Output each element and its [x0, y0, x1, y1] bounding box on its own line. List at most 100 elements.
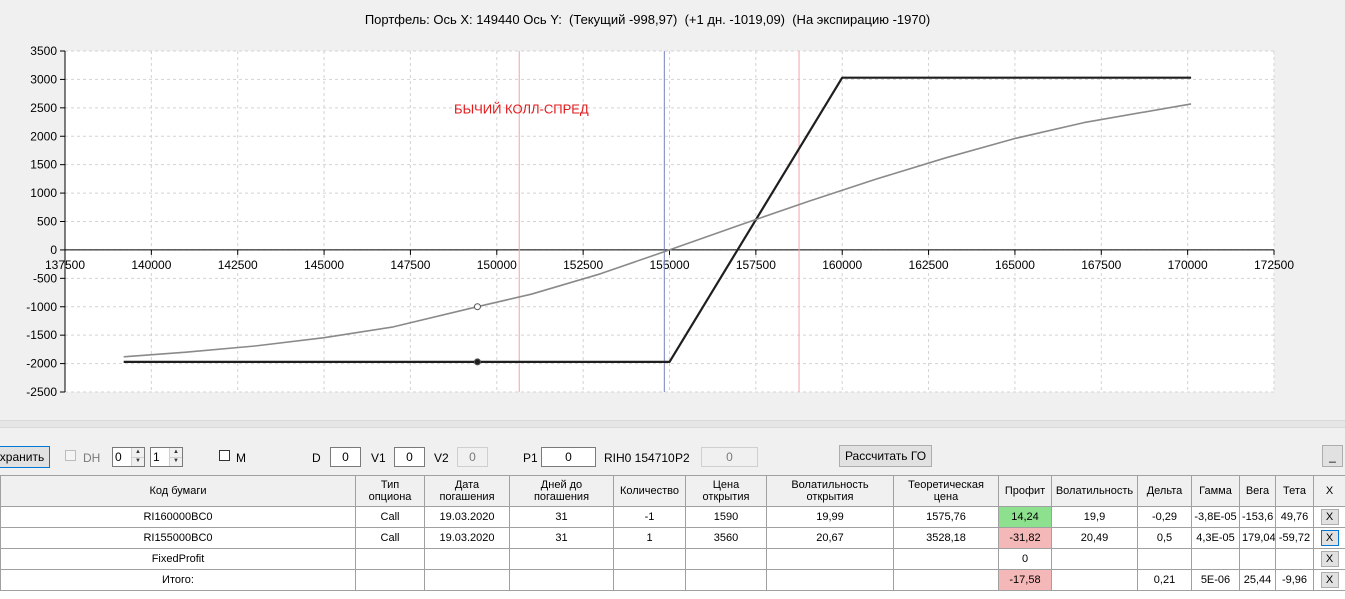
- table-cell[interactable]: 0,5: [1137, 527, 1192, 549]
- table-cell[interactable]: -17,58: [998, 569, 1052, 591]
- table-cell[interactable]: -31,82: [998, 527, 1052, 549]
- table-row[interactable]: Итого: -17,58 0,21 5E-06 25,44 -9,96 X: [0, 569, 1345, 591]
- table-cell[interactable]: -153,6: [1239, 506, 1276, 528]
- table-cell[interactable]: [893, 569, 999, 591]
- table-cell[interactable]: [685, 569, 767, 591]
- remove-row-cell[interactable]: X: [1313, 548, 1345, 570]
- table-cell[interactable]: [613, 569, 686, 591]
- remove-row-button[interactable]: X: [1320, 530, 1339, 546]
- remove-row-cell[interactable]: X: [1313, 527, 1345, 549]
- minimize-button[interactable]: _: [1322, 445, 1343, 467]
- column-header[interactable]: Тип опциона: [355, 475, 425, 507]
- m-checkbox[interactable]: [219, 450, 230, 461]
- table-cell[interactable]: -0,29: [1137, 506, 1192, 528]
- splitter[interactable]: [0, 420, 1345, 428]
- table-cell[interactable]: -59,72: [1275, 527, 1314, 549]
- column-header[interactable]: Профит: [998, 475, 1052, 507]
- table-cell[interactable]: [424, 548, 510, 570]
- table-cell[interactable]: [509, 548, 614, 570]
- security-code-cell[interactable]: RI155000BC0: [0, 527, 356, 549]
- remove-row-button[interactable]: X: [1320, 572, 1339, 588]
- spinner-1[interactable]: 0 ▲ ▼: [112, 447, 145, 467]
- table-cell[interactable]: [1275, 548, 1314, 570]
- table-cell[interactable]: [685, 548, 767, 570]
- dh-checkbox[interactable]: [65, 450, 76, 461]
- table-cell[interactable]: 1575,76: [893, 506, 999, 528]
- table-cell[interactable]: [1137, 548, 1192, 570]
- table-cell[interactable]: [355, 569, 425, 591]
- table-cell[interactable]: -9,96: [1275, 569, 1314, 591]
- table-cell[interactable]: 19,99: [766, 506, 894, 528]
- table-cell[interactable]: 1: [613, 527, 686, 549]
- column-header[interactable]: X: [1313, 475, 1345, 507]
- spin-down-icon[interactable]: ▼: [170, 457, 182, 466]
- table-cell[interactable]: [509, 569, 614, 591]
- table-cell[interactable]: 20,67: [766, 527, 894, 549]
- table-cell[interactable]: [1051, 548, 1138, 570]
- table-row[interactable]: FixedProfit 0 X: [0, 548, 1345, 570]
- table-row[interactable]: RI155000BC0 Call 19.03.2020 31 1 3560 20,67 352…: [0, 527, 1345, 549]
- table-cell[interactable]: 31: [509, 527, 614, 549]
- column-header[interactable]: Код бумаги: [0, 475, 356, 507]
- spinner-2[interactable]: 1 ▲ ▼: [150, 447, 183, 467]
- table-cell[interactable]: 0,21: [1137, 569, 1192, 591]
- table-cell[interactable]: 179,04: [1239, 527, 1276, 549]
- table-cell[interactable]: 19.03.2020: [424, 527, 510, 549]
- table-cell[interactable]: 25,44: [1239, 569, 1276, 591]
- remove-row-cell[interactable]: X: [1313, 506, 1345, 528]
- p2-input[interactable]: 0: [701, 447, 758, 467]
- table-cell[interactable]: [355, 548, 425, 570]
- table-cell[interactable]: [766, 569, 894, 591]
- column-header[interactable]: Теоретическая цена: [893, 475, 999, 507]
- table-cell[interactable]: 0: [998, 548, 1052, 570]
- spin-down-icon[interactable]: ▼: [132, 457, 144, 466]
- column-header[interactable]: Вега: [1239, 475, 1276, 507]
- remove-row-cell[interactable]: X: [1313, 569, 1345, 591]
- table-cell[interactable]: Call: [355, 527, 425, 549]
- security-code-cell[interactable]: RI160000BC0: [0, 506, 356, 528]
- column-header[interactable]: Тета: [1275, 475, 1314, 507]
- column-header[interactable]: Дельта: [1137, 475, 1192, 507]
- table-cell[interactable]: 49,76: [1275, 506, 1314, 528]
- table-cell[interactable]: [424, 569, 510, 591]
- table-cell[interactable]: 14,24: [998, 506, 1052, 528]
- column-header[interactable]: Дней до погашения: [509, 475, 614, 507]
- table-cell[interactable]: 5E-06: [1191, 569, 1240, 591]
- column-header[interactable]: Дата погашения: [424, 475, 510, 507]
- table-cell[interactable]: 19.03.2020: [424, 506, 510, 528]
- table-cell[interactable]: -1: [613, 506, 686, 528]
- d-label: D: [312, 451, 321, 465]
- table-cell[interactable]: 20,49: [1051, 527, 1138, 549]
- column-header[interactable]: Волатильность: [1051, 475, 1138, 507]
- table-cell[interactable]: [1051, 569, 1138, 591]
- table-cell[interactable]: [893, 548, 999, 570]
- column-header[interactable]: Количество: [613, 475, 686, 507]
- save-button[interactable]: хранить: [0, 446, 50, 468]
- table-cell[interactable]: 1590: [685, 506, 767, 528]
- table-cell[interactable]: [1191, 548, 1240, 570]
- column-header[interactable]: Гамма: [1191, 475, 1240, 507]
- table-row[interactable]: RI160000BC0 Call 19.03.2020 31 -1 1590 19,99 15…: [0, 506, 1345, 528]
- table-cell[interactable]: 4,3E-05: [1191, 527, 1240, 549]
- remove-row-button[interactable]: X: [1320, 551, 1339, 567]
- column-header[interactable]: Волатильность открытия: [766, 475, 894, 507]
- table-cell[interactable]: [766, 548, 894, 570]
- table-cell[interactable]: Call: [355, 506, 425, 528]
- table-cell[interactable]: -3,8E-05: [1191, 506, 1240, 528]
- table-cell[interactable]: 19,9: [1051, 506, 1138, 528]
- table-cell[interactable]: [1239, 548, 1276, 570]
- remove-row-button[interactable]: X: [1320, 509, 1339, 525]
- security-code-cell[interactable]: FixedProfit: [0, 548, 356, 570]
- table-cell[interactable]: 3528,18: [893, 527, 999, 549]
- p1-input[interactable]: 0: [541, 447, 596, 467]
- v2-input[interactable]: 0: [457, 447, 488, 467]
- d-input[interactable]: 0: [330, 447, 361, 467]
- column-header[interactable]: Цена открытия: [685, 475, 767, 507]
- security-code-cell[interactable]: Итого:: [0, 569, 356, 591]
- table-cell[interactable]: [613, 548, 686, 570]
- table-cell[interactable]: 3560: [685, 527, 767, 549]
- v1-input[interactable]: 0: [394, 447, 425, 467]
- y-tick-label: 2500: [30, 101, 57, 115]
- calc-margin-button[interactable]: Рассчитать ГО: [839, 445, 932, 467]
- table-cell[interactable]: 31: [509, 506, 614, 528]
